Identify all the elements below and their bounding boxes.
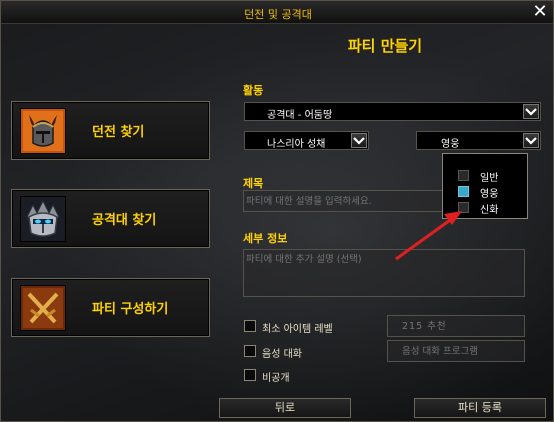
annotation-arrow xyxy=(395,211,462,261)
